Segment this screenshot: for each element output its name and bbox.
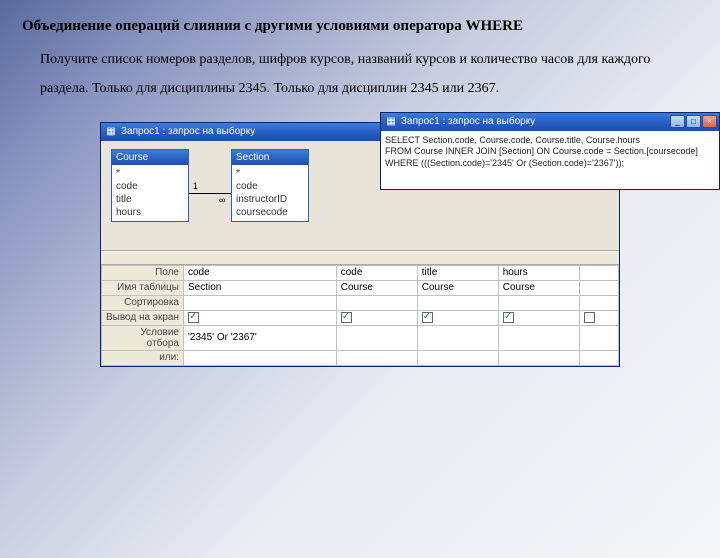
grid-cell[interactable] (579, 280, 618, 295)
sql-line: FROM Course INNER JOIN [Section] ON Cour… (385, 146, 715, 158)
grid-cell[interactable] (579, 325, 618, 350)
grid-cell[interactable] (498, 350, 579, 365)
window-title: Запрос1 : запрос на выборку (401, 116, 670, 127)
grid-row-criteria: Условие отбора '2345' Or '2367' (102, 325, 619, 350)
close-button[interactable]: × (702, 115, 717, 128)
sql-line: SELECT Section.code, Course.code, Course… (385, 135, 715, 147)
grid-cell[interactable]: title (417, 265, 498, 280)
field-item[interactable]: code (236, 180, 304, 193)
show-checkbox[interactable] (188, 312, 199, 323)
row-label: Сортировка (102, 295, 184, 310)
page-paragraph: Получите список номеров разделов, шифров… (40, 45, 680, 104)
grid-cell[interactable] (579, 310, 618, 325)
join-mult-right: ∞ (219, 195, 225, 205)
field-item[interactable]: * (236, 167, 304, 180)
grid-cell[interactable] (498, 325, 579, 350)
grid-cell[interactable] (417, 325, 498, 350)
table-course-header: Course (112, 150, 188, 165)
grid-cell[interactable]: hours (498, 265, 579, 280)
sql-text[interactable]: SELECT Section.code, Course.code, Course… (381, 131, 719, 189)
show-checkbox[interactable] (503, 312, 514, 323)
pane-divider[interactable] (101, 251, 619, 265)
grid-cell[interactable] (417, 295, 498, 310)
grid-cell[interactable] (336, 325, 417, 350)
grid-row-field: Поле code code title hours (102, 265, 619, 280)
field-item[interactable]: * (116, 167, 184, 180)
grid-cell[interactable]: code (336, 265, 417, 280)
maximize-button[interactable]: □ (686, 115, 701, 128)
sql-view-window: ▦ Запрос1 : запрос на выборку _ □ × SELE… (380, 112, 720, 190)
minimize-button[interactable]: _ (670, 115, 685, 128)
app-icon: ▦ (105, 126, 117, 138)
join-line[interactable] (189, 193, 231, 194)
table-section-header: Section (232, 150, 308, 165)
grid-cell[interactable]: Course (417, 280, 498, 295)
grid-row-or: или: (102, 350, 619, 365)
row-label: Поле (102, 265, 184, 280)
grid-cell[interactable] (184, 310, 337, 325)
row-label: или: (102, 350, 184, 365)
table-section-fields: * code instructorID coursecode (232, 165, 308, 221)
grid-cell[interactable] (417, 310, 498, 325)
qbe-grid: Поле code code title hours Имя таблицы S… (101, 265, 619, 366)
sql-line: WHERE (((Section.code)='2345' Or (Sectio… (385, 158, 715, 170)
join-mult-left: 1 (193, 181, 198, 191)
grid-cell[interactable]: Section (184, 280, 337, 295)
row-label: Условие отбора (102, 325, 184, 350)
show-checkbox[interactable] (341, 312, 352, 323)
table-course-fields: * code title hours (112, 165, 188, 221)
grid-cell[interactable]: Course (498, 280, 579, 295)
grid-cell[interactable] (336, 350, 417, 365)
grid-row-sort: Сортировка (102, 295, 619, 310)
sql-titlebar[interactable]: ▦ Запрос1 : запрос на выборку _ □ × (381, 113, 719, 131)
grid-cell[interactable] (498, 295, 579, 310)
grid-cell[interactable] (579, 350, 618, 365)
field-item[interactable]: coursecode (236, 206, 304, 219)
show-checkbox[interactable] (584, 312, 595, 323)
row-label: Вывод на экран (102, 310, 184, 325)
field-item[interactable]: code (116, 180, 184, 193)
app-icon: ▦ (385, 116, 397, 128)
grid-cell[interactable]: Course (336, 280, 417, 295)
grid-cell[interactable] (184, 295, 337, 310)
grid-cell[interactable]: '2345' Or '2367' (184, 325, 337, 350)
grid-cell[interactable] (336, 310, 417, 325)
page-heading: Объединение операций слияния с другими у… (22, 18, 698, 35)
row-label: Имя таблицы (102, 280, 184, 295)
field-item[interactable]: hours (116, 206, 184, 219)
grid-row-table: Имя таблицы Section Course Course Course (102, 280, 619, 295)
grid-cell[interactable] (184, 350, 337, 365)
grid-cell[interactable]: code (184, 265, 337, 280)
grid-cell[interactable] (498, 310, 579, 325)
screenshot-area: ▦ Запрос1 : запрос на выборку Course * c… (100, 122, 620, 367)
grid-cell[interactable] (579, 265, 618, 280)
field-item[interactable]: instructorID (236, 193, 304, 206)
grid-cell[interactable] (579, 295, 618, 310)
table-course[interactable]: Course * code title hours (111, 149, 189, 222)
grid-row-show: Вывод на экран (102, 310, 619, 325)
grid-cell[interactable] (417, 350, 498, 365)
grid-cell[interactable] (336, 295, 417, 310)
table-section[interactable]: Section * code instructorID coursecode (231, 149, 309, 222)
field-item[interactable]: title (116, 193, 184, 206)
show-checkbox[interactable] (422, 312, 433, 323)
